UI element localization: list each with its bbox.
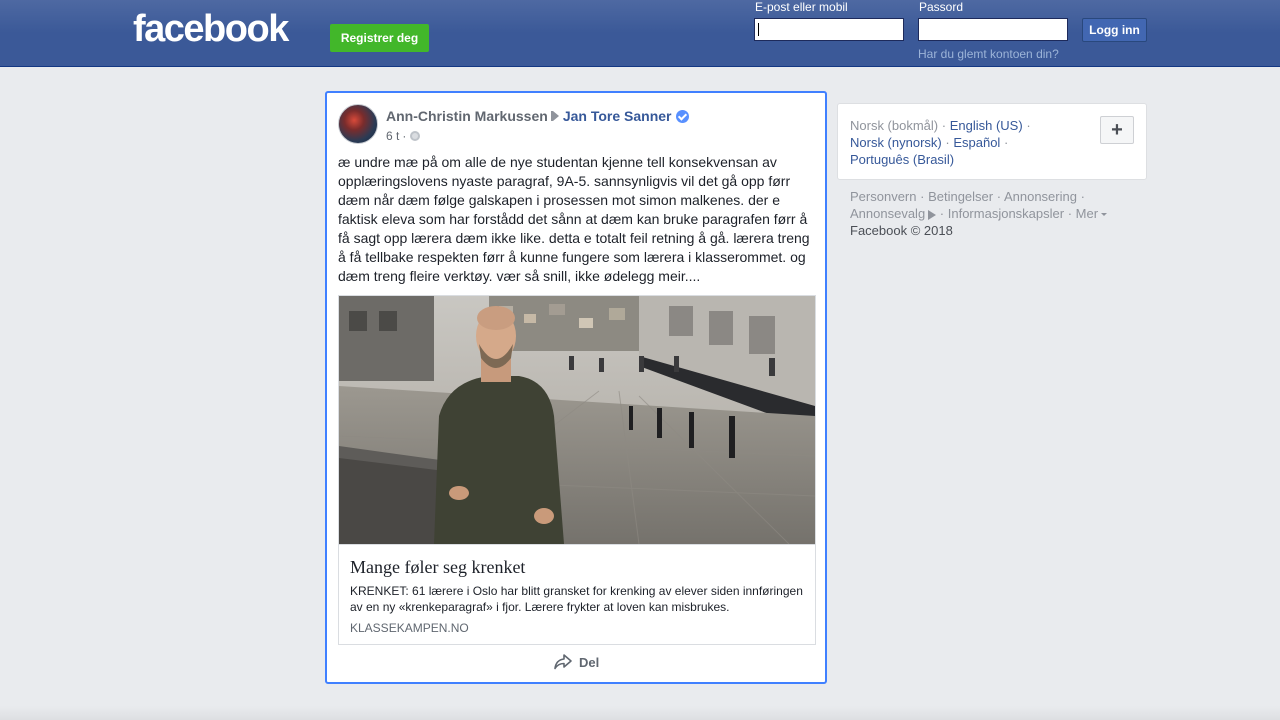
link-title[interactable]: Mange føler seg krenket	[350, 557, 525, 578]
footer-link-informasjonskapsler[interactable]: Informasjonskapsler	[948, 206, 1064, 221]
share-button[interactable]: Del	[553, 653, 599, 671]
login-button[interactable]: Logg inn	[1082, 18, 1147, 42]
language-option-english[interactable]: English (US)	[950, 118, 1023, 133]
post-author-link[interactable]: Ann-Christin Markussen	[386, 108, 548, 124]
link-preview-image[interactable]	[339, 296, 815, 544]
language-current: Norsk (bokmål)	[850, 118, 939, 133]
footer-link-annonsevalg[interactable]: Annonsevalg	[850, 206, 925, 221]
email-label: E-post eller mobil	[755, 0, 848, 14]
password-label: Passord	[919, 0, 964, 14]
chevron-down-icon	[1101, 213, 1108, 217]
post-target-link[interactable]: Jan Tore Sanner	[563, 108, 672, 124]
page-bottom-edge	[0, 706, 1280, 720]
verified-badge-icon	[676, 109, 690, 123]
footer-link-mer[interactable]: Mer	[1076, 206, 1098, 221]
footer-link-personvern[interactable]: Personvern	[850, 189, 916, 204]
author-avatar[interactable]	[338, 104, 378, 144]
post-card: Ann-Christin Markussen Jan Tore Sanner 6…	[325, 91, 827, 684]
language-option-portugues[interactable]: Português (Brasil)	[850, 152, 954, 167]
facebook-logo[interactable]: facebook	[133, 8, 289, 51]
link-preview-body[interactable]: Mange føler seg krenket KRENKET: 61 lære…	[339, 544, 815, 644]
adchoices-icon	[928, 209, 937, 220]
email-input[interactable]	[754, 18, 904, 41]
post-timestamp[interactable]: 6 t	[386, 129, 399, 143]
language-option-nynorsk[interactable]: Norsk (nynorsk)	[850, 135, 942, 150]
footer-links: Personvern · Betingelser · Annonsering ·…	[850, 188, 1130, 239]
public-globe-icon[interactable]	[410, 131, 421, 141]
register-button[interactable]: Registrer deg	[330, 24, 429, 52]
footer-link-betingelser[interactable]: Betingelser	[928, 189, 993, 204]
password-input[interactable]	[918, 18, 1068, 41]
more-languages-button[interactable]: +	[1100, 116, 1134, 144]
language-option-espanol[interactable]: Español	[953, 135, 1000, 150]
share-label: Del	[579, 654, 600, 670]
top-navigation-bar: facebook Registrer deg E-post eller mobi…	[0, 0, 1280, 67]
text-cursor	[758, 23, 759, 36]
link-domain: KLASSEKAMPEN.NO	[350, 621, 469, 635]
language-selector: Norsk (bokmål) · English (US) · Norsk (n…	[837, 103, 1147, 180]
post-header: Ann-Christin Markussen Jan Tore Sanner	[386, 108, 690, 124]
post-meta: 6 t ·	[386, 129, 421, 143]
footer-link-annonsering[interactable]: Annonsering	[1004, 189, 1077, 204]
arrow-right-icon	[550, 111, 559, 121]
share-arrow-icon	[554, 654, 572, 670]
forgot-account-link[interactable]: Har du glemt kontoen din?	[918, 47, 1059, 61]
link-description: KRENKET: 61 lærere i Oslo har blitt gran…	[350, 584, 803, 614]
language-list: Norsk (bokmål) · English (US) · Norsk (n…	[850, 118, 1031, 167]
link-preview[interactable]: Mange føler seg krenket KRENKET: 61 lære…	[338, 295, 816, 645]
meta-separator: ·	[402, 129, 407, 143]
post-text: æ undre mæ på om alle de nye studentan k…	[338, 154, 810, 284]
copyright: Facebook © 2018	[850, 223, 953, 238]
